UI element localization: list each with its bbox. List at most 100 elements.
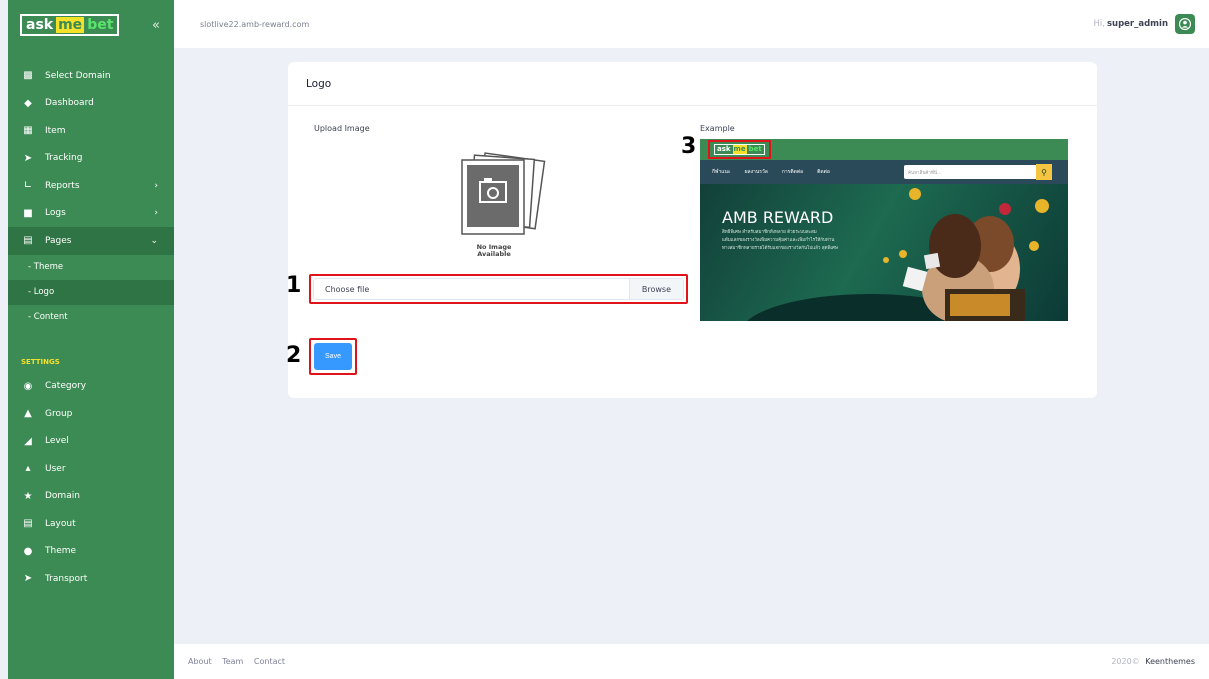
folder-icon: ■ (23, 207, 33, 219)
send-icon: ➤ (23, 152, 33, 164)
group-icon: ▲ (24, 408, 32, 420)
example-logo: ask me bet (714, 144, 765, 155)
sidebar-item-category[interactable]: ◉ Category (8, 373, 174, 401)
table-icon: ▦ (23, 125, 33, 137)
banner-line: ทางสมาชิกหลายรายได้รับแจกของรางวัลกันไปแ… (722, 246, 838, 251)
double-chevron-left-icon[interactable]: « (152, 18, 160, 33)
sidebar-item-label: Theme (45, 546, 77, 557)
sidebar-subitem-logo[interactable]: - Logo (8, 279, 174, 305)
available-text: Available (477, 250, 511, 258)
save-button[interactable]: Save (314, 343, 352, 370)
sidebar-subitem-theme[interactable]: - Theme (8, 255, 174, 280)
example-preview: ask me bet กีฬาแนะ ผลงานรวัล การติดต่อ ต… (700, 139, 1068, 321)
banner-line: แต้มแลกของรางวัลเพิ่มความคุ้มค่าและเพิ่ม… (722, 238, 835, 243)
sidebar-item-label: User (45, 463, 66, 474)
example-logo-highlight: ask me bet (708, 140, 771, 159)
sidebar-item-label: Category (45, 381, 87, 392)
send-icon: ➤ (23, 573, 33, 585)
current-domain: slotlive22.amb-reward.com (200, 19, 310, 29)
sidebar-item-domain[interactable]: ★ Domain (8, 483, 174, 511)
banner-title: AMB REWARD (722, 208, 834, 227)
step-2-marker: 2 (286, 343, 302, 368)
sidebar-item-layout[interactable]: ▤ Layout (8, 510, 174, 538)
example-search-input: ค้นหาสินค้าที่นี่... (904, 165, 1038, 179)
sidebar-item-label: Dashboard (45, 98, 94, 109)
sidebar-item-pages[interactable]: ▤ Pages ⌄ (8, 227, 174, 255)
user-icon: ▴ (25, 463, 31, 475)
logo-bet-text: bet (87, 17, 114, 33)
brand-logo[interactable]: ask me bet (20, 14, 120, 36)
level-icon: ◢ (24, 435, 32, 447)
top-header: slotlive22.amb-reward.com Hi, super_admi… (174, 0, 1209, 48)
sidebar-item-transport[interactable]: ➤ Transport (8, 565, 174, 593)
sidebar-item-label: Item (45, 125, 66, 136)
file-placeholder: Choose file (325, 284, 370, 294)
settings-section-label: SETTINGS (21, 357, 60, 366)
sidebar-subitem-content[interactable]: - Content (8, 305, 174, 330)
sidebar: ask me bet « ▩ Select Domain ◆ Dashboard… (8, 0, 174, 679)
sidebar-item-tracking[interactable]: ➤ Tracking (8, 145, 174, 173)
logo-ask-text: ask (26, 17, 54, 33)
no-image-placeholder: No Image Available (458, 152, 550, 262)
sidebar-item-label: Logs (45, 208, 66, 219)
box-icon: ◉ (23, 380, 33, 392)
logo-me-text: me (56, 17, 85, 33)
footer-links: About Team Contact (188, 657, 293, 666)
example-label: Example (700, 124, 735, 133)
footer-link-about[interactable]: About (188, 657, 212, 666)
sidebar-item-theme[interactable]: ● Theme (8, 538, 174, 566)
footer-link-team[interactable]: Team (222, 657, 243, 666)
example-banner: AMB REWARD สิทธิพิเศษ สำหรับสมาชิกทั้งหล… (700, 184, 1068, 321)
chevron-down-icon: ⌄ (150, 235, 158, 246)
sidebar-item-label: Transport (45, 573, 88, 584)
domain-select-icon: ▩ (23, 70, 33, 82)
sidebar-item-user[interactable]: ▴ User (8, 455, 174, 483)
sidebar-item-select-domain[interactable]: ▩ Select Domain (8, 62, 174, 90)
sidebar-item-label: Domain (45, 491, 80, 502)
file-upload-input[interactable]: Choose file Browse (313, 278, 684, 300)
sidebar-item-reports[interactable]: ∟ Reports › (8, 172, 174, 200)
save-button-highlight: Save (309, 338, 357, 375)
sidebar-item-logs[interactable]: ■ Logs › (8, 200, 174, 228)
example-nav-item: ติดต่อ (817, 169, 830, 175)
sidebar-item-label: Pages (45, 235, 72, 246)
username: super_admin (1106, 19, 1168, 29)
step-1-marker: 1 (286, 273, 302, 298)
theme-icon: ● (23, 545, 33, 557)
footer-link-contact[interactable]: Contact (254, 657, 285, 666)
greeting-text: Hi, (1093, 19, 1105, 29)
search-icon: ⚲ (1036, 164, 1052, 180)
copyright-year: 2020© (1111, 657, 1140, 666)
copyright-org[interactable]: Keenthemes (1145, 657, 1195, 666)
user-avatar-icon[interactable] (1175, 14, 1195, 34)
chevron-right-icon: › (154, 208, 158, 219)
step-3-marker: 3 (681, 134, 697, 159)
sidebar-item-label: Group (45, 408, 73, 419)
example-logo-bet: bet (748, 145, 762, 153)
sidebar-item-label: Level (45, 436, 69, 447)
example-logo-me: me (732, 145, 747, 154)
example-nav: กีฬาแนะ ผลงานรวัล การติดต่อ ติดต่อ ค้นหา… (700, 160, 1068, 184)
sidebar-item-group[interactable]: ▲ Group (8, 400, 174, 428)
page-footer: About Team Contact 2020© Keenthemes (174, 644, 1209, 679)
banner-line: สิทธิพิเศษ สำหรับสมาชิกทั้งหลาย ด้วยระบบ… (722, 230, 817, 235)
card-title: Logo (288, 62, 1097, 106)
sidebar-item-label: Select Domain (45, 70, 111, 81)
sidebar-item-label: Tracking (45, 153, 83, 164)
logo-card: Logo Upload Image No Image Available 1 C… (286, 62, 1097, 398)
user-menu[interactable]: Hi, super_admin (1093, 14, 1195, 34)
sidebar-item-label: Reports (45, 180, 80, 191)
upload-image-label: Upload Image (314, 124, 370, 133)
footer-copyright: 2020© Keenthemes (1111, 657, 1195, 666)
example-nav-item: ผลงานรวัล (744, 169, 768, 175)
sidebar-item-item[interactable]: ▦ Item (8, 117, 174, 145)
diamond-icon: ◆ (24, 97, 32, 109)
example-nav-item: กีฬาแนะ (712, 169, 731, 175)
banner-description: สิทธิพิเศษ สำหรับสมาชิกทั้งหลาย ด้วยระบบ… (722, 229, 912, 253)
sidebar-item-level[interactable]: ◢ Level (8, 428, 174, 456)
example-topbar: ask me bet (700, 139, 1068, 160)
layout-icon: ▤ (23, 518, 33, 530)
browse-button[interactable]: Browse (628, 279, 683, 299)
sidebar-item-dashboard[interactable]: ◆ Dashboard (8, 90, 174, 118)
sidebar-nav: ▩ Select Domain ◆ Dashboard ▦ Item ➤ Tra… (8, 62, 174, 593)
